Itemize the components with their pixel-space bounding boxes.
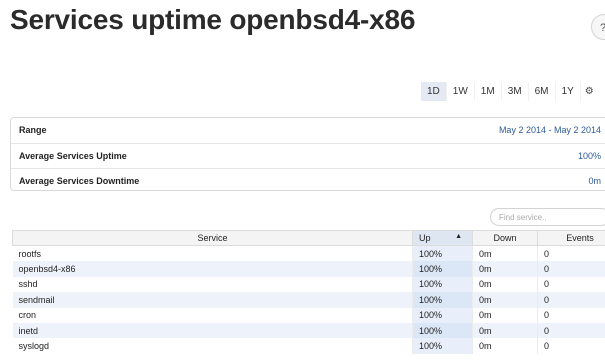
events-count: 0 xyxy=(537,245,605,262)
service-name: sshd xyxy=(12,276,413,293)
help-button[interactable]: ? xyxy=(591,14,605,40)
uptime-value: 100% xyxy=(412,245,473,262)
downtime-value: 0m xyxy=(472,245,538,262)
downtime-value: 0m xyxy=(472,276,538,293)
service-name: syslogd xyxy=(12,338,413,354)
table-row[interactable]: rootfs 100% 0m 0 xyxy=(12,245,605,262)
events-count: 0 xyxy=(537,322,605,339)
service-name: cron xyxy=(12,307,413,323)
uptime-value: 100% xyxy=(412,292,473,308)
service-name: rootfs xyxy=(12,245,413,262)
gear-icon[interactable]: ⚙ xyxy=(581,82,598,101)
uptime-value: 100% xyxy=(412,276,473,293)
table-row[interactable]: sshd 100% 0m 0 xyxy=(12,276,605,293)
uptime-value: 100% xyxy=(412,261,473,277)
summary-row-downtime: Average Services Downtime 0m xyxy=(11,169,605,190)
summary-row-range: Range May 2 2014 - May 2 2014 xyxy=(11,118,605,144)
downtime-value: 0m xyxy=(472,261,538,277)
column-header-events[interactable]: Events xyxy=(537,230,605,246)
column-header-up[interactable]: Up ▲ xyxy=(412,230,473,246)
table-row[interactable]: openbsd4-x86 100% 0m 0 xyxy=(12,261,605,277)
service-name: sendmail xyxy=(12,292,413,308)
table-row[interactable]: inetd 100% 0m 0 xyxy=(12,322,605,339)
search-input[interactable] xyxy=(490,208,605,226)
uptime-value: 100% xyxy=(412,338,473,354)
summary-row-uptime: Average Services Uptime 100% xyxy=(11,144,605,169)
avg-downtime-label: Average Services Downtime xyxy=(19,176,140,186)
column-header-up-label: Up xyxy=(419,233,431,243)
avg-uptime-value: 100% xyxy=(577,150,601,161)
downtime-value: 0m xyxy=(472,322,538,339)
table-row[interactable]: syslogd 100% 0m 0 xyxy=(12,338,605,354)
tab-1d[interactable]: 1D xyxy=(421,82,447,101)
avg-uptime-label: Average Services Uptime xyxy=(19,150,127,161)
downtime-value: 0m xyxy=(472,292,538,308)
column-header-service[interactable]: Service xyxy=(12,230,413,246)
tab-3m[interactable]: 3M xyxy=(502,82,529,101)
events-count: 0 xyxy=(537,307,605,323)
range-value: May 2 2014 - May 2 2014 xyxy=(498,125,601,135)
service-name: openbsd4-x86 xyxy=(12,261,413,277)
avg-downtime-value: 0m xyxy=(588,176,601,186)
service-name: inetd xyxy=(12,322,413,339)
column-header-down[interactable]: Down xyxy=(472,230,538,246)
table-row[interactable]: sendmail 100% 0m 0 xyxy=(12,292,605,308)
services-table: Service Up ▲ Down Events rootfs 100% 0m … xyxy=(12,230,605,354)
tab-6m[interactable]: 6M xyxy=(529,82,556,101)
sort-ascending-icon: ▲ xyxy=(455,233,462,240)
events-count: 0 xyxy=(537,276,605,293)
summary-panel: Range May 2 2014 - May 2 2014 Average Se… xyxy=(10,117,605,191)
table-header-row: Service Up ▲ Down Events xyxy=(12,230,605,246)
tab-1m[interactable]: 1M xyxy=(475,82,502,101)
events-count: 0 xyxy=(537,338,605,354)
tab-1w[interactable]: 1W xyxy=(447,82,475,101)
range-tabs: 1D 1W 1M 3M 6M 1Y ⚙ xyxy=(421,82,598,101)
events-count: 0 xyxy=(537,261,605,277)
page-title: Services uptime openbsd4-x86 xyxy=(10,4,416,35)
uptime-value: 100% xyxy=(412,322,473,339)
table-row[interactable]: cron 100% 0m 0 xyxy=(12,307,605,323)
uptime-value: 100% xyxy=(412,307,473,323)
tab-1y[interactable]: 1Y xyxy=(556,82,581,101)
range-label: Range xyxy=(19,125,47,135)
downtime-value: 0m xyxy=(472,307,538,323)
downtime-value: 0m xyxy=(472,338,538,354)
events-count: 0 xyxy=(537,292,605,308)
